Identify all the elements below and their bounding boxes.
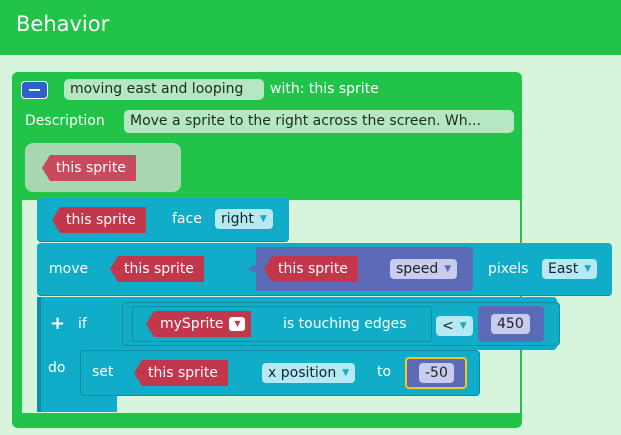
property-value: speed bbox=[396, 261, 439, 277]
collapse-minus-icon[interactable] bbox=[21, 81, 48, 99]
operator-dropdown[interactable]: < ▼ bbox=[436, 316, 473, 336]
description-field[interactable]: Move a sprite to the right across the sc… bbox=[124, 110, 514, 133]
dropdown-arrow-icon: ▼ bbox=[584, 264, 592, 274]
category-title: Behavior bbox=[16, 12, 110, 36]
function-name-field[interactable]: moving east and looping bbox=[64, 79, 264, 100]
set-sprite-reporter[interactable]: this sprite bbox=[134, 360, 228, 386]
if-label: if bbox=[78, 316, 87, 332]
move-direction-dropdown[interactable]: East ▼ bbox=[542, 259, 598, 279]
number-field[interactable]: 450 bbox=[491, 314, 530, 334]
move-sprite-reporter[interactable]: this sprite bbox=[110, 256, 204, 282]
face-label: face bbox=[172, 211, 202, 227]
dropdown-arrow-icon: ▼ bbox=[342, 368, 350, 378]
plus-icon[interactable]: + bbox=[50, 313, 65, 334]
if-block-edge bbox=[37, 297, 41, 412]
param-sprite-reporter[interactable]: this sprite bbox=[42, 155, 136, 181]
condition-sprite-reporter[interactable]: mySprite ▼ bbox=[146, 311, 252, 337]
dropdown-arrow-icon: ▼ bbox=[259, 214, 267, 224]
set-label: set bbox=[92, 364, 114, 380]
dropdown-arrow-icon: ▼ bbox=[444, 264, 452, 274]
function-params-label: with: this sprite bbox=[270, 81, 379, 97]
operator-value: < bbox=[442, 318, 454, 334]
description-label: Description bbox=[25, 113, 105, 129]
to-label: to bbox=[377, 364, 392, 380]
condition-sprite-value: mySprite bbox=[160, 316, 224, 332]
do-label: do bbox=[48, 360, 66, 376]
move-direction-value: East bbox=[548, 261, 579, 277]
set-value-field[interactable]: -50 bbox=[419, 363, 454, 383]
pixels-label: pixels bbox=[488, 261, 529, 277]
dropdown-arrow-icon: ▼ bbox=[229, 317, 246, 331]
property-dropdown[interactable]: speed ▼ bbox=[390, 259, 458, 279]
dropdown-arrow-icon: ▼ bbox=[459, 321, 467, 331]
move-label: move bbox=[49, 261, 89, 277]
face-direction-dropdown[interactable]: right ▼ bbox=[215, 209, 273, 229]
getter-sprite-reporter[interactable]: this sprite bbox=[264, 256, 358, 282]
face-sprite-reporter[interactable]: this sprite bbox=[52, 207, 146, 233]
set-property-dropdown[interactable]: x position ▼ bbox=[262, 363, 356, 383]
face-direction-value: right bbox=[221, 211, 254, 227]
set-property-value: x position bbox=[268, 365, 337, 381]
category-header: Behavior bbox=[0, 0, 621, 55]
touching-label: is touching edges bbox=[283, 316, 407, 332]
